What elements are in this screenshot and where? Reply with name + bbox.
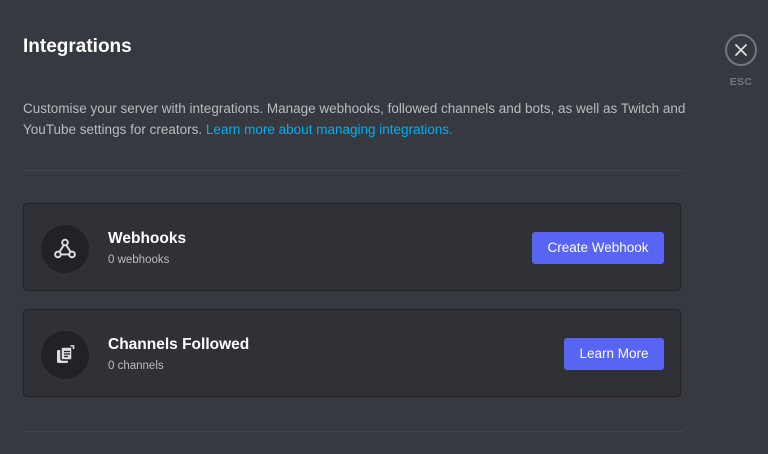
create-webhook-button[interactable]: Create Webhook xyxy=(532,232,664,264)
channels-followed-card[interactable]: Channels Followed 0 channels Learn More xyxy=(23,309,681,397)
page-description: Customise your server with integrations.… xyxy=(23,98,688,140)
divider-top xyxy=(23,170,683,171)
learn-more-button[interactable]: Learn More xyxy=(564,338,664,370)
channels-count: 0 channels xyxy=(108,360,164,372)
webhooks-card[interactable]: Webhooks 0 webhooks Create Webhook xyxy=(23,203,681,291)
page-title: Integrations xyxy=(23,36,132,57)
channels-followed-title: Channels Followed xyxy=(108,336,250,353)
learn-more-link[interactable]: Learn more about managing integrations. xyxy=(206,122,453,137)
close-button[interactable] xyxy=(725,34,757,66)
close-control[interactable]: ESC xyxy=(722,34,760,88)
webhooks-count: 0 webhooks xyxy=(108,254,170,266)
webhooks-title: Webhooks xyxy=(108,230,187,247)
divider-bottom xyxy=(23,431,683,432)
integrations-page: Integrations Customise your server with … xyxy=(0,0,768,454)
channel-follow-icon xyxy=(41,331,89,379)
close-icon xyxy=(735,44,747,56)
webhook-icon xyxy=(41,225,89,273)
esc-label: ESC xyxy=(729,76,753,88)
